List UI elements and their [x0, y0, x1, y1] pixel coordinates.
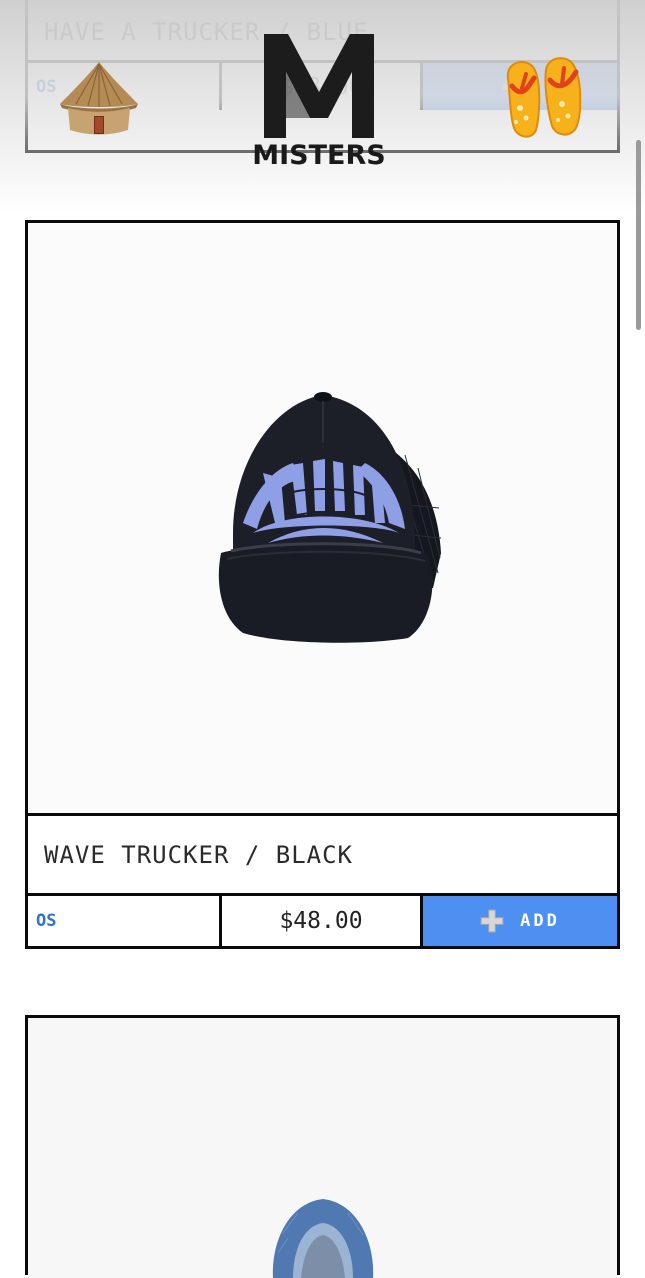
size-option[interactable]: OS	[28, 896, 222, 946]
plus-icon	[480, 909, 504, 933]
buy-row: OS $48.00 ADD	[28, 896, 617, 946]
flip-flops-icon[interactable]	[502, 56, 586, 138]
hut-icon[interactable]	[58, 60, 140, 138]
add-button-label: ADD	[520, 911, 560, 931]
add-to-cart-button[interactable]: ADD	[423, 896, 617, 946]
misters-logo[interactable]: MISTERS	[248, 32, 390, 177]
product-price: $48.00	[222, 896, 423, 946]
product-card: WAVE TRUCKER / BLACK OS $48.00 ADD	[25, 220, 620, 949]
product-image[interactable]	[28, 223, 617, 816]
product-name[interactable]: WAVE TRUCKER / BLACK	[28, 816, 617, 896]
denim-hoodie-image	[272, 1199, 373, 1278]
logo-wordmark: MISTERS	[252, 140, 386, 171]
product-image[interactable]	[28, 1018, 617, 1278]
product-card	[25, 1015, 620, 1278]
trucker-cap-image	[218, 392, 441, 643]
scrollbar[interactable]	[636, 140, 641, 330]
